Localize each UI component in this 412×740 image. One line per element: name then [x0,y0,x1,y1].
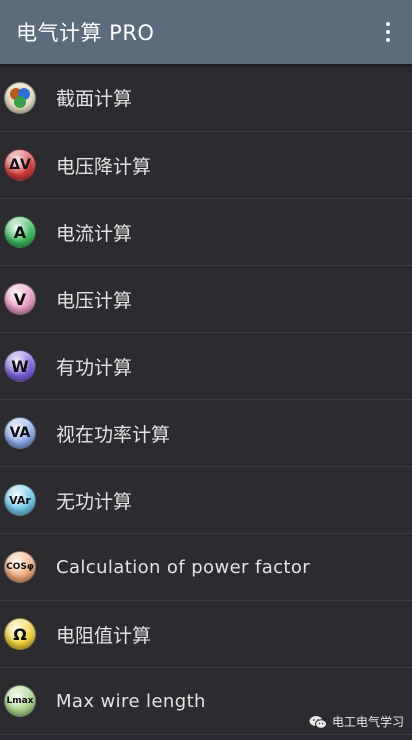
list-item-apparent-power[interactable]: VA 视在功率计算 [0,400,412,467]
calculation-list: 截面计算 ΔV 电压降计算 A 电流计算 V 电压计算 W 有功计算 VA 视在功率计算 VAr 无功计… [0,64,412,735]
item-label: 电流计算 [56,222,133,245]
voltage-drop-icon: ΔV [4,149,36,181]
current-icon: A [4,216,36,248]
watermark: 电工电气学习 [309,713,404,730]
reactive-power-icon: VAr [4,484,36,516]
active-power-icon: W [4,350,36,382]
list-item-current[interactable]: A 电流计算 [0,199,412,266]
item-label: 视在功率计算 [56,423,171,446]
list-item-cross-section[interactable]: 截面计算 [0,64,412,132]
icon-glyph: W [11,356,29,376]
apparent-power-icon: VA [4,417,36,449]
icon-glyph: V [13,289,27,309]
power-factor-icon: COSφ [4,551,36,583]
icon-glyph: Lmax [6,696,34,706]
cross-section-icon [4,81,36,114]
more-vert-icon[interactable] [378,17,398,47]
resistance-icon: Ω [4,618,36,650]
icon-glyph: VA [9,425,31,441]
item-label: Max wire length [56,690,206,712]
app-bar: 电气计算 PRO [0,0,412,64]
list-item-power-factor[interactable]: COSφ Calculation of power factor [0,534,412,601]
item-label: 截面计算 [56,88,133,110]
list-item-voltage-drop[interactable]: ΔV 电压降计算 [0,132,412,199]
app-title: 电气计算 PRO [16,21,155,45]
item-label: 电阻值计算 [56,624,152,647]
voltage-icon: V [4,283,36,315]
icon-glyph: VAr [9,493,31,507]
icon-glyph: ΔV [9,157,31,173]
icon-glyph: COSφ [6,562,34,572]
item-label: 有功计算 [56,356,133,379]
icon-glyph: Ω [13,624,27,644]
icon-glyph: A [13,222,27,242]
list-item-reactive-power[interactable]: VAr 无功计算 [0,467,412,534]
item-label: 无功计算 [56,490,133,513]
wechat-icon [309,715,327,729]
watermark-text: 电工电气学习 [331,715,404,729]
list-item-resistance[interactable]: Ω 电阻值计算 [0,601,412,668]
list-item-voltage[interactable]: V 电压计算 [0,266,412,333]
max-wire-length-icon: Lmax [4,685,36,717]
item-label: Calculation of power factor [56,556,311,578]
item-label: 电压计算 [56,289,133,312]
item-label: 电压降计算 [56,155,152,178]
list-item-active-power[interactable]: W 有功计算 [0,333,412,400]
